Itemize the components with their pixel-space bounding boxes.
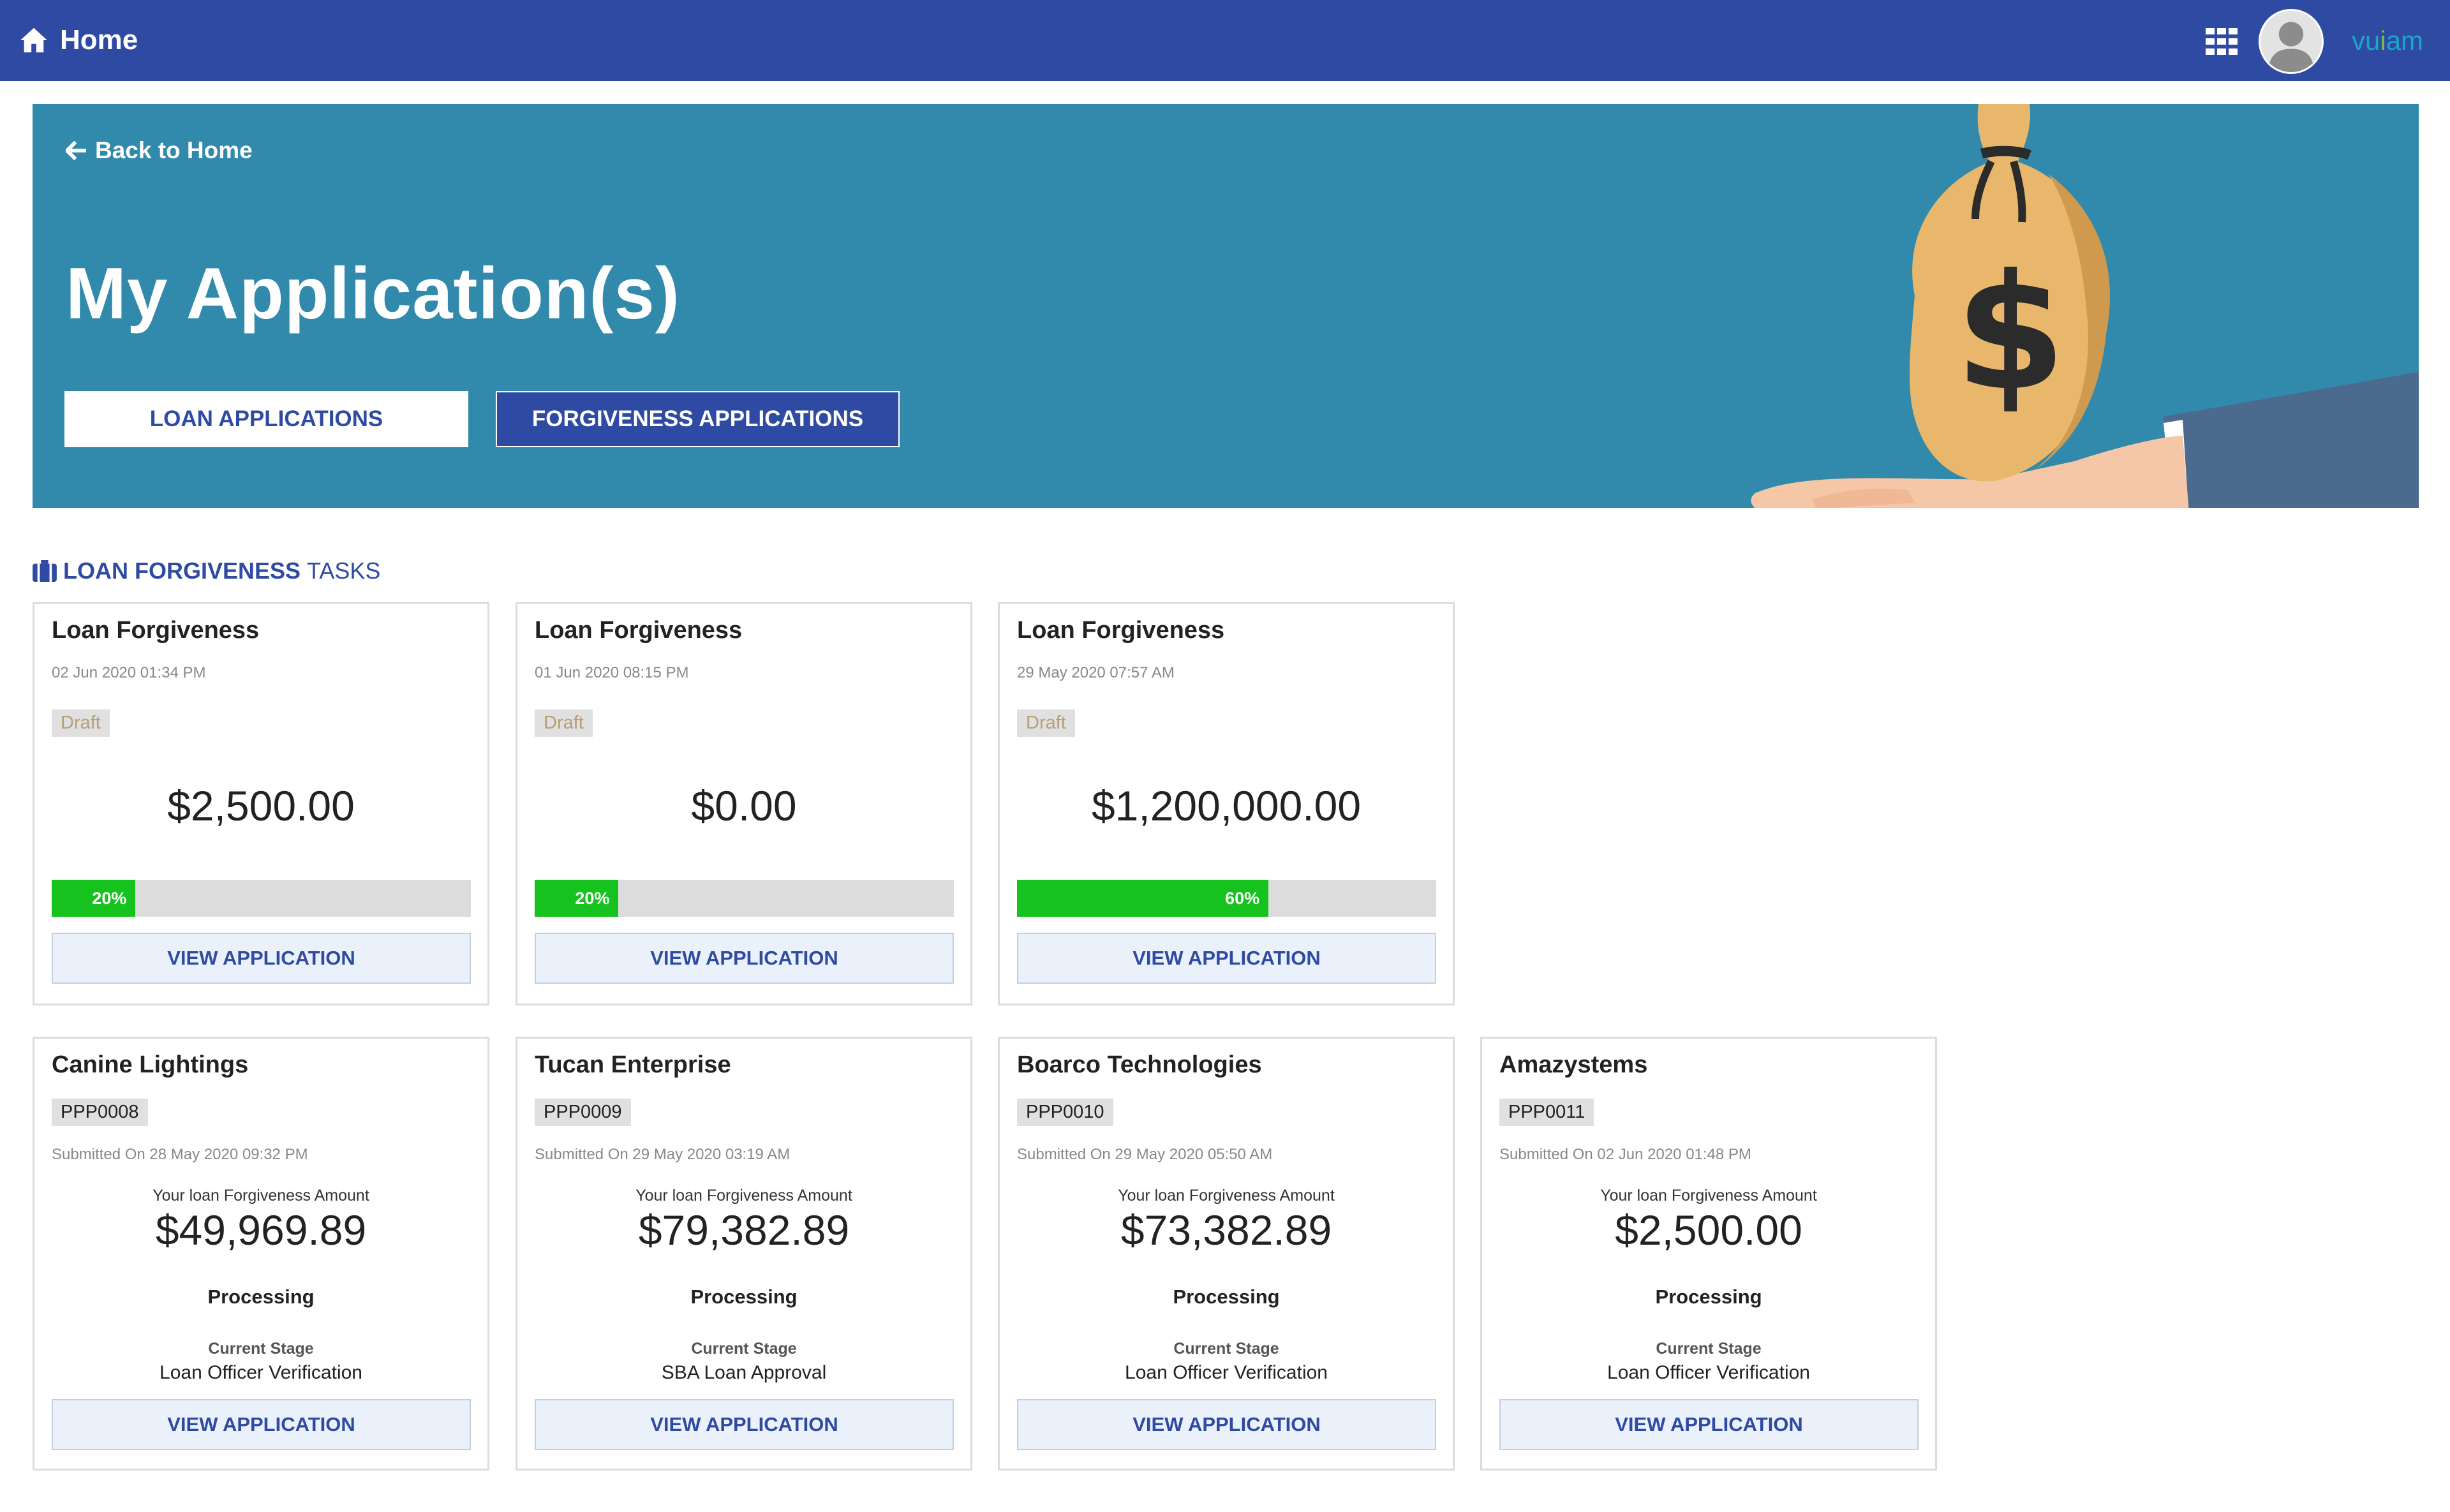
progress-fill: 20%: [52, 880, 136, 917]
card-title: Loan Forgiveness: [1017, 617, 1225, 644]
status-badge: Draft: [52, 709, 110, 737]
section-heading: LOAN FORGIVENESS TASKS: [33, 558, 380, 584]
top-bar: Home vuiam: [0, 0, 2450, 81]
money-bag-illustration: $: [1751, 104, 2419, 508]
application-id-badge: PPP0011: [1499, 1099, 1594, 1126]
section-title-strong: LOAN FORGIVENESS: [63, 558, 301, 584]
view-application-button[interactable]: VIEW APPLICATION: [1499, 1399, 1919, 1450]
processing-status: Processing: [207, 1286, 315, 1308]
submitted-date: Submitted On 29 May 2020 03:19 AM: [535, 1146, 791, 1163]
status-badge: Draft: [1017, 709, 1075, 737]
view-application-button[interactable]: VIEW APPLICATION: [535, 1399, 954, 1450]
view-application-button[interactable]: VIEW APPLICATION: [52, 933, 471, 984]
current-stage-value: Loan Officer Verification: [160, 1362, 362, 1383]
hero-banner: Back to Home My Application(s) LOAN APPL…: [33, 104, 2419, 508]
back-to-home-link[interactable]: Back to Home: [66, 137, 253, 164]
application-id-badge: PPP0009: [535, 1099, 631, 1126]
svg-text:$: $: [1955, 240, 2066, 426]
page-title: My Application(s): [66, 253, 680, 334]
progress-bar: 20%: [535, 880, 954, 917]
draft-card: Loan Forgiveness 01 Jun 2020 08:15 PM Dr…: [516, 602, 972, 1005]
brand-logo: vuiam: [2352, 26, 2424, 56]
submitted-date: Submitted On 28 May 2020 09:32 PM: [52, 1146, 308, 1163]
company-name: Tucan Enterprise: [535, 1051, 731, 1078]
view-application-button[interactable]: VIEW APPLICATION: [1017, 933, 1436, 984]
current-stage-label: Current Stage: [691, 1340, 797, 1358]
view-application-button[interactable]: VIEW APPLICATION: [1017, 1399, 1436, 1450]
card-date: 01 Jun 2020 08:15 PM: [535, 664, 689, 681]
forgiveness-amount: $2,500.00: [167, 782, 355, 829]
application-id-badge: PPP0010: [1017, 1099, 1113, 1126]
application-id-badge: PPP0008: [52, 1099, 148, 1126]
apps-grid-icon[interactable]: [2206, 28, 2238, 55]
card-title: Loan Forgiveness: [535, 617, 743, 644]
submitted-card: Canine Lightings PPP0008 Submitted On 28…: [33, 1037, 489, 1471]
tab-forgiveness-applications[interactable]: FORGIVENESS APPLICATIONS: [496, 391, 900, 447]
amount-label: Your loan Forgiveness Amount: [1600, 1187, 1817, 1204]
company-name: Boarco Technologies: [1017, 1051, 1262, 1078]
view-application-button[interactable]: VIEW APPLICATION: [535, 933, 954, 984]
company-name: Canine Lightings: [52, 1051, 249, 1078]
submitted-date: Submitted On 29 May 2020 05:50 AM: [1017, 1146, 1273, 1163]
arrow-left-icon: [66, 141, 86, 160]
card-title: Loan Forgiveness: [52, 617, 260, 644]
status-badge: Draft: [535, 709, 593, 737]
progress-bar: 20%: [52, 880, 471, 917]
current-stage-label: Current Stage: [208, 1340, 314, 1358]
forgiveness-amount: $79,382.89: [638, 1206, 850, 1254]
amount-label: Your loan Forgiveness Amount: [635, 1187, 852, 1204]
amount-label: Your loan Forgiveness Amount: [1118, 1187, 1335, 1204]
forgiveness-amount: $1,200,000.00: [1091, 782, 1362, 829]
submitted-date: Submitted On 02 Jun 2020 01:48 PM: [1499, 1146, 1751, 1163]
section-title-light: TASKS: [307, 558, 381, 584]
submitted-card: Tucan Enterprise PPP0009 Submitted On 29…: [516, 1037, 972, 1471]
forgiveness-amount: $73,382.89: [1120, 1206, 1332, 1254]
company-name: Amazystems: [1499, 1051, 1648, 1078]
card-date: 02 Jun 2020 01:34 PM: [52, 664, 206, 681]
current-stage-value: SBA Loan Approval: [661, 1362, 827, 1383]
briefcase-icon: [33, 560, 57, 582]
draft-card: Loan Forgiveness 02 Jun 2020 01:34 PM Dr…: [33, 602, 489, 1005]
user-avatar[interactable]: [2259, 9, 2324, 74]
current-stage-value: Loan Officer Verification: [1607, 1362, 1810, 1383]
progress-fill: 20%: [535, 880, 619, 917]
user-silhouette-icon: [2261, 11, 2322, 72]
tab-loan-applications[interactable]: LOAN APPLICATIONS: [64, 391, 468, 447]
processing-status: Processing: [1173, 1286, 1280, 1308]
submitted-card: Amazystems PPP0011 Submitted On 02 Jun 2…: [1480, 1037, 1937, 1471]
current-stage-value: Loan Officer Verification: [1125, 1362, 1328, 1383]
draft-card: Loan Forgiveness 29 May 2020 07:57 AM Dr…: [998, 602, 1455, 1005]
amount-label: Your loan Forgiveness Amount: [152, 1187, 369, 1204]
home-link[interactable]: Home: [19, 19, 138, 61]
forgiveness-amount: $0.00: [691, 782, 797, 829]
processing-status: Processing: [690, 1286, 798, 1308]
processing-status: Processing: [1655, 1286, 1762, 1308]
submitted-card: Boarco Technologies PPP0010 Submitted On…: [998, 1037, 1455, 1471]
progress-bar: 60%: [1017, 880, 1436, 917]
forgiveness-amount: $49,969.89: [155, 1206, 367, 1254]
view-application-button[interactable]: VIEW APPLICATION: [52, 1399, 471, 1450]
progress-fill: 60%: [1017, 880, 1269, 917]
home-label: Home: [60, 24, 138, 56]
back-to-home-label: Back to Home: [95, 137, 253, 163]
current-stage-label: Current Stage: [1656, 1340, 1762, 1358]
current-stage-label: Current Stage: [1173, 1340, 1279, 1358]
card-date: 29 May 2020 07:57 AM: [1017, 664, 1175, 681]
home-icon: [20, 27, 47, 53]
forgiveness-amount: $2,500.00: [1615, 1206, 1802, 1254]
